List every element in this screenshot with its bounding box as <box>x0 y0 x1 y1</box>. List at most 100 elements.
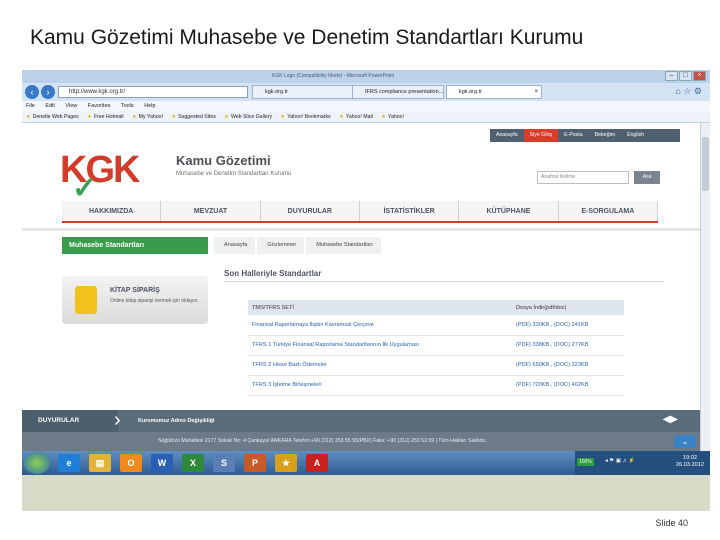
close-icon[interactable]: × <box>693 71 706 81</box>
download-links[interactable]: (PDF) 650KB , (DOC) 323KB <box>512 355 624 376</box>
menu-bar: File Edit View Favorites Tools Help <box>22 101 710 111</box>
home-icon[interactable]: ⌂ ☆ ⚙ <box>675 86 702 97</box>
menu-favorites[interactable]: Favorites <box>88 103 111 109</box>
taskbar-app-icon[interactable]: X <box>182 454 204 472</box>
minimize-icon[interactable]: – <box>665 71 678 81</box>
standard-link[interactable]: Finansal Raporlamaya İlişkin Kavramsal Ç… <box>248 315 512 336</box>
standard-link[interactable]: TFRS 2 Hisse Bazlı Ödemeler <box>248 355 512 376</box>
favorite-link[interactable]: Free Hotmail <box>87 114 123 120</box>
topnav-home[interactable]: Anasayfa <box>490 129 524 142</box>
browser-tab[interactable]: IFRS compliance presentation... <box>352 85 444 99</box>
table-header: TMS/TFRS SETİ <box>248 300 512 315</box>
standard-link[interactable]: TFRS 3 İşletme Birleşmeleri <box>248 375 512 396</box>
nav-kutuphane[interactable]: KÜTÜPHANE <box>459 201 559 221</box>
nav-e-sorgulama[interactable]: E-SORGULAMA <box>559 201 658 221</box>
clock-time: 19:02 <box>683 455 697 461</box>
window-titlebar: KGK Logo (Compatibility Mode) - Microsof… <box>22 70 710 83</box>
standard-link[interactable]: TFRS 1 Türkiye Finansal Raporlama Standa… <box>248 335 512 356</box>
top-nav: Anasayfa Siye Gİriş E-Posta Bebeğim Engl… <box>490 129 680 142</box>
topnav-login[interactable]: Siye Gİriş <box>523 129 559 142</box>
table-row: TFRS 1 Türkiye Finansal Raporlama Standa… <box>248 335 624 356</box>
taskbar-app-icon[interactable]: S <box>213 454 235 472</box>
topnav-english[interactable]: English <box>621 129 650 142</box>
nav-mevzuat[interactable]: MEVZUAT <box>161 201 261 221</box>
scrollbar-thumb[interactable] <box>702 137 709 191</box>
book-icon <box>75 286 97 314</box>
clock-date: 26.03.2012 <box>676 462 704 468</box>
slide-number: Slide 40 <box>655 518 688 528</box>
tab-label: kgk.org.tr <box>265 89 288 95</box>
favorite-link[interactable]: Yahoo! Mail <box>339 114 373 120</box>
favorite-link[interactable]: Denetle Web Pages <box>26 114 79 120</box>
taskbar-app-icon[interactable]: e <box>58 454 80 472</box>
side-heading[interactable]: Muhasebe Standartları <box>62 237 208 254</box>
chevron-down-icon[interactable]: ⌄ <box>674 435 696 448</box>
content-title: Son Halleriyle Standartlar <box>224 269 322 278</box>
breadcrumb-item: Muhasebe Standartları <box>306 237 381 254</box>
download-links[interactable]: (PDF) 330KB , (DOC) 241KB <box>512 315 624 336</box>
menu-tools[interactable]: Tools <box>121 103 134 109</box>
favorite-link[interactable]: My Yahoo! <box>132 114 163 120</box>
nav-duyurular[interactable]: DUYURULAR <box>261 201 360 221</box>
favorite-link[interactable]: Web Slice Gallery <box>224 114 272 120</box>
divider <box>22 228 700 231</box>
breadcrumb-item[interactable]: Anasayfa <box>214 237 256 254</box>
favorite-link[interactable]: Yahoo! Bookmarks <box>281 114 331 120</box>
favorites-bar: Denetle Web Pages Free Hotmail My Yahoo!… <box>22 111 710 123</box>
taskbar-app-icon[interactable]: W <box>151 454 173 472</box>
system-tray: 100% ◂ ⚑ ▣ ♫ ⚡ 19:02 26.03.2012 <box>575 451 710 475</box>
taskbar: e ▤ O W X S P ★ A 100% ◂ ⚑ ▣ ♫ ⚡ 19:02 26.03.201… <box>22 451 710 475</box>
standards-table: TMS/TFRS SETİ Dosya İndir(pdf/doc) Finan… <box>248 300 624 396</box>
table-row: TFRS 3 İşletme Birleşmeleri (PDF) 720KB … <box>248 375 624 396</box>
browser-screenshot: KGK Logo (Compatibility Mode) - Microsof… <box>22 70 710 511</box>
menu-view[interactable]: View <box>65 103 77 109</box>
tab-label: kgk.org.tr <box>459 89 482 95</box>
taskbar-app-icon[interactable]: ★ <box>275 454 297 472</box>
clock[interactable]: 19:02 26.03.2012 <box>676 455 704 469</box>
book-order-title: KİTAP SİPARİŞ <box>110 287 160 294</box>
nav-hakkimizda[interactable]: HAKKIMIZDA <box>62 201 162 221</box>
taskbar-app-icon[interactable]: A <box>306 454 328 472</box>
news-ticker: DUYURULAR › Kurumumuz Adres Değişikliği … <box>22 410 700 432</box>
browser-tab-active[interactable]: kgk.org.tr × <box>446 85 542 99</box>
back-icon[interactable]: ‹ <box>25 85 39 99</box>
org-subtitle: Muhasebe ve Denetim Standartları Kurumu <box>176 171 292 177</box>
taskbar-app-icon[interactable]: P <box>244 454 266 472</box>
search-button[interactable]: Ara <box>634 171 660 184</box>
site-address: Söğütözü Mahallesi 2177 Sokak No: 4 Çank… <box>22 432 700 451</box>
news-item[interactable]: Kurumumuz Adres Değişikliği <box>138 410 214 432</box>
breadcrumb: Anasayfa Gözlemmer Muhasebe Standartları <box>214 237 383 254</box>
favorite-link[interactable]: Yahoo! <box>381 114 404 120</box>
forward-icon[interactable]: › <box>41 85 55 99</box>
menu-edit[interactable]: Edit <box>45 103 54 109</box>
zoom-level[interactable]: 100% <box>577 458 594 466</box>
close-tab-icon[interactable]: × <box>534 86 538 98</box>
divider <box>224 281 664 282</box>
book-order-subtitle: Online kitap siparişi vermek için tıklay… <box>110 298 199 304</box>
search-input[interactable]: Anahtar Kelime <box>537 171 629 184</box>
prev-next-icon[interactable]: ◀▶ <box>663 414 678 425</box>
slide-title: Kamu Gözetimi Muhasebe ve Denetim Standa… <box>30 26 584 49</box>
table-row: TFRS 2 Hisse Bazlı Ödemeler (PDF) 650KB … <box>248 355 624 376</box>
menu-help[interactable]: Help <box>144 103 155 109</box>
download-links[interactable]: (PDF) 338KB , (DOC) 277KB <box>512 335 624 356</box>
favorite-link[interactable]: Suggested Sites <box>171 114 215 120</box>
taskbar-app-icon[interactable]: O <box>120 454 142 472</box>
menu-file[interactable]: File <box>26 103 35 109</box>
news-section-label[interactable]: DUYURULAR <box>22 410 118 432</box>
main-nav: HAKKIMIZDA MEVZUAT DUYURULAR İSTATİSTİKL… <box>62 201 658 223</box>
book-order-banner[interactable]: KİTAP SİPARİŞ Online kitap siparişi verm… <box>62 276 208 324</box>
address-bar[interactable]: http://www.kgk.org.tr/ <box>58 86 248 98</box>
topnav-email[interactable]: E-Posta <box>558 129 588 142</box>
download-links[interactable]: (PDF) 720KB , (DOC) 402KB <box>512 375 624 396</box>
topnav-bebegim[interactable]: Bebeğim <box>589 129 621 142</box>
start-button[interactable] <box>24 452 50 474</box>
taskbar-app-icon[interactable]: ▤ <box>89 454 111 472</box>
tray-icons[interactable]: ◂ ⚑ ▣ ♫ ⚡ <box>605 458 635 464</box>
browser-tab[interactable]: kgk.org.tr <box>252 85 362 99</box>
breadcrumb-item[interactable]: Gözlemmer <box>257 237 305 254</box>
maximize-icon[interactable]: □ <box>679 71 692 81</box>
table-header: Dosya İndir(pdf/doc) <box>512 300 624 315</box>
nav-istatistikler[interactable]: İSTATİSTİKLER <box>360 201 460 221</box>
scrollbar[interactable] <box>700 123 710 451</box>
